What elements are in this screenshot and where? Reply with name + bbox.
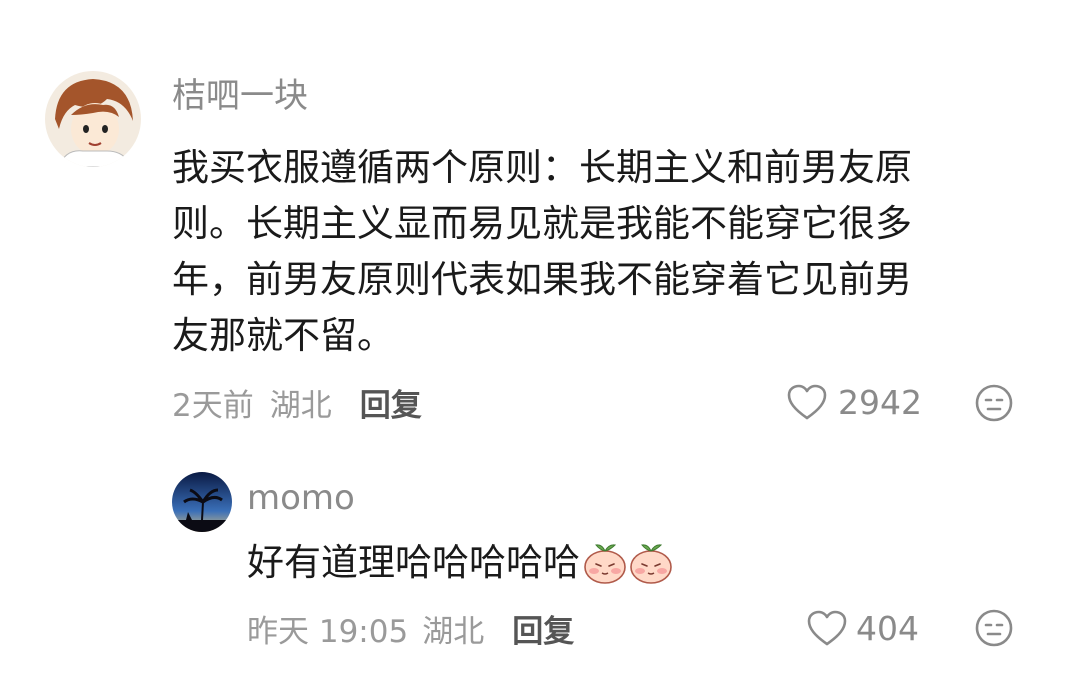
comment-text-line: 则。长期主义显而易见就是我能不能穿它很多 [172, 202, 912, 245]
reaction-button[interactable] [974, 608, 1014, 648]
reply-button[interactable]: 回复 [360, 380, 422, 425]
reply-comment-item: momo 好有道理哈哈哈哈哈 昨天 19:05 湖北 回复 404 [0, 450, 1080, 685]
username[interactable]: 桔呬一块 [172, 74, 308, 118]
reaction-button[interactable] [974, 383, 1014, 423]
reply-button[interactable]: 回复 [512, 606, 574, 651]
timestamp: 昨天 19:05 [247, 613, 409, 650]
comment-text-line: 年，前男友原则代表如果我不能穿着它见前男 [172, 258, 912, 301]
comment-meta: 昨天 19:05 湖北 回复 [247, 606, 574, 650]
comment-meta: 2天前 湖北 回复 [172, 380, 422, 424]
location: 湖北 [269, 387, 332, 424]
like-button[interactable]: 404 [806, 606, 919, 650]
avatar[interactable] [172, 472, 232, 532]
comment-text-line: 友那就不留。 [172, 314, 394, 357]
avatar[interactable] [45, 71, 141, 167]
timestamp: 2天前 [172, 387, 254, 424]
heart-icon [806, 609, 848, 647]
like-count: 404 [856, 608, 919, 648]
comment-text-line: 我买衣服遵循两个原则：长期主义和前男友原 [172, 146, 912, 189]
meh-face-icon [974, 608, 1014, 648]
comment-item: 桔呬一块 我买衣服遵循两个原则：长期主义和前男友原 则。长期主义显而易见就是我能… [0, 0, 1080, 440]
heart-icon [786, 383, 828, 421]
peach-emoji-icon [628, 541, 674, 585]
like-button[interactable]: 2942 [786, 380, 922, 424]
comment-text: 我买衣服遵循两个原则：长期主义和前男友原 则。长期主义显而易见就是我能不能穿它很… [172, 140, 1032, 364]
location: 湖北 [422, 613, 485, 650]
meh-face-icon [974, 383, 1014, 423]
comment-text: 好有道理哈哈哈哈哈 [247, 538, 674, 588]
peach-emoji-icon [582, 541, 628, 585]
like-count: 2942 [838, 382, 922, 422]
username[interactable]: momo [247, 476, 355, 520]
reply-text: 好有道理哈哈哈哈哈 [247, 541, 580, 584]
